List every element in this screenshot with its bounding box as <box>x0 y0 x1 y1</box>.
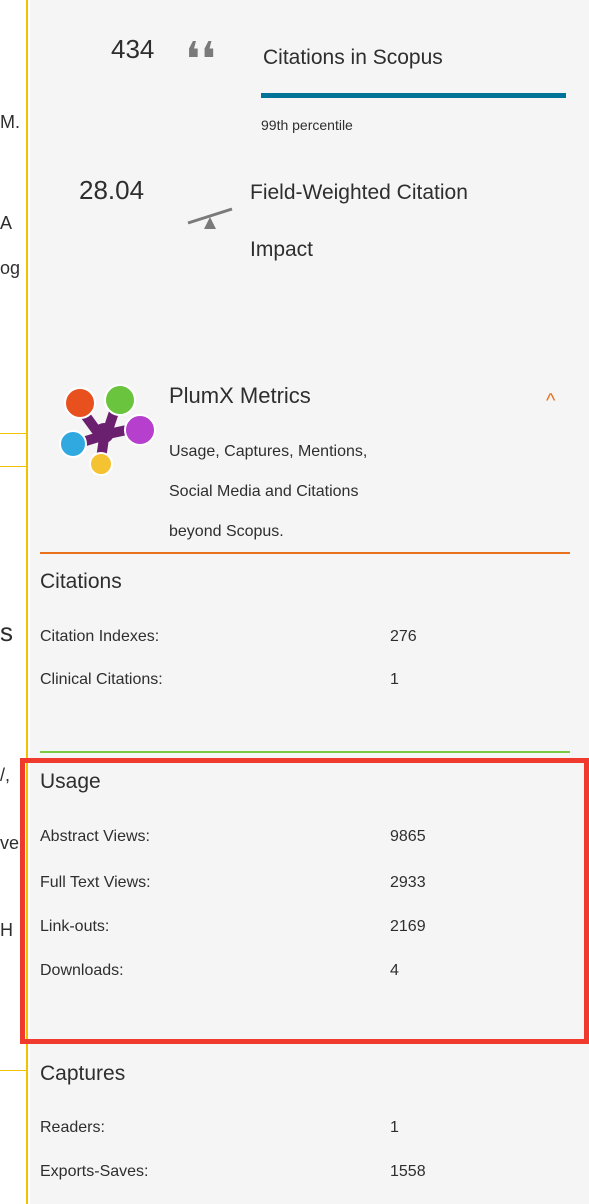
usage-highlight-box <box>20 758 589 1044</box>
frame-line <box>0 466 28 467</box>
plumx-description-line2: Social Media and Citations <box>169 483 359 500</box>
text-fragment: A <box>0 213 13 233</box>
plumx-description-line3: beyond Scopus. <box>169 523 284 540</box>
plumx-description-line1: Usage, Captures, Mentions, <box>169 443 368 460</box>
plumx-citations-section: Citations Citation Indexes: 276 Clinical… <box>40 570 572 720</box>
section-title: Captures <box>40 1062 126 1085</box>
metric-label: Readers: <box>40 1119 105 1136</box>
text-fragment: ve <box>0 833 20 853</box>
quote-icon: ❛❛ <box>185 32 216 88</box>
metric-value: 1 <box>390 1119 399 1136</box>
citations-in-scopus-link[interactable]: Citations in Scopus <box>263 46 443 70</box>
text-fragment: s <box>0 617 13 647</box>
percentile-bar <box>261 93 566 98</box>
plumx-captures-section: Captures Readers: 1 Exports-Saves: 1558 <box>40 1062 572 1202</box>
text-fragment: /, <box>0 765 11 785</box>
fwci-label-line2[interactable]: Impact <box>250 238 313 262</box>
metric-label: Citation Indexes: <box>40 628 160 645</box>
metric-value: 1558 <box>390 1163 426 1180</box>
percentile-label: 99th percentile <box>261 117 353 133</box>
section-title: Citations <box>40 570 122 593</box>
citations-count: 434 <box>111 34 155 64</box>
metric-value: 276 <box>390 628 417 645</box>
frame-line <box>0 433 28 434</box>
frame-line <box>0 1070 28 1071</box>
plumx-divider <box>40 552 570 554</box>
text-fragment: og <box>0 258 21 278</box>
fwci-value: 28.04 <box>79 175 145 205</box>
balance-scale-icon <box>185 205 235 231</box>
usage-divider <box>40 751 570 753</box>
metric-label: Exports-Saves: <box>40 1163 149 1180</box>
plumx-logo-icon <box>58 378 158 478</box>
fwci-label-line1[interactable]: Field-Weighted Citation <box>250 181 468 205</box>
text-fragment: M. <box>0 112 20 132</box>
metric-label: Clinical Citations: <box>40 671 163 688</box>
chevron-up-icon[interactable]: ^ <box>546 390 555 413</box>
metric-value: 1 <box>390 671 399 688</box>
plumx-title[interactable]: PlumX Metrics <box>169 383 311 409</box>
text-fragment: H <box>0 920 13 940</box>
